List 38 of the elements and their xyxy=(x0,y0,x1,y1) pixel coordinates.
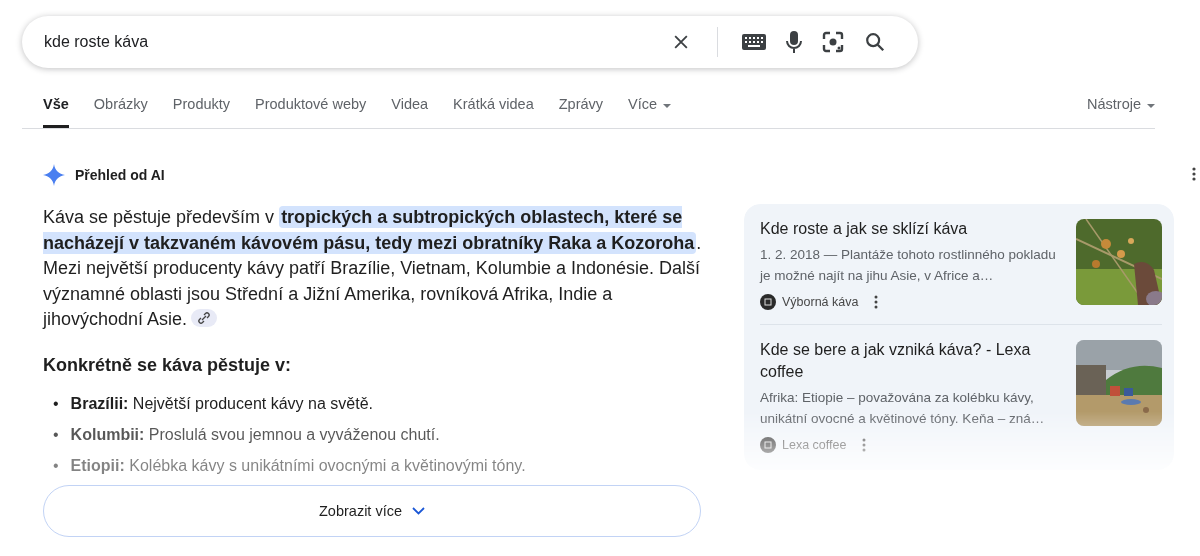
result-snippet: 1. 2. 2018 — Plantáže tohoto rostlinného pokladu je možné najít na jihu Asie, v Africe a… xyxy=(760,246,1057,285)
tab[interactable]: Zprávy xyxy=(558,90,604,128)
tab[interactable]: Produkty xyxy=(172,90,231,128)
chevron-icon xyxy=(412,506,425,515)
sparkle-icon xyxy=(43,164,65,186)
caret-icon xyxy=(1147,104,1155,108)
overview-paragraph: Káva se pěstuje především v tropických a subtropických oblastech, které se nacházejí v takzvaném kávovém pásu, tedy mezi obratníky Raka a Kozoroha. Mezi největší producenty kávy patří Brazílie, Vietnam, Kolumbie a Indonésie. Další významné oblasti jsou Střední a Jižní Amerika, rovníková Afrika, Indie a jihovýchodní Asie. xyxy=(43,205,703,331)
link-icon[interactable] xyxy=(191,309,218,328)
bullet-marker: • xyxy=(53,393,59,414)
result-snippet: Afrika: Etiopie – považována za kolébku kávy, unikátní ovocné a květinové tóny. Keňa – zná… xyxy=(760,389,1046,428)
tools-menu[interactable]: Nástroje xyxy=(1087,90,1155,128)
list-heading: Konkrétně se káva pěstuje v: xyxy=(43,354,293,376)
tab[interactable]: Více xyxy=(628,90,672,128)
caret-icon xyxy=(663,104,672,108)
result-title[interactable]: Kde roste a jak se sklízí káva xyxy=(760,218,1064,240)
list-item: Etiopii: Kolébka kávy s unikátními ovocnými a květinovými tóny. xyxy=(70,455,526,476)
microphone-icon[interactable] xyxy=(786,30,802,54)
site-name[interactable]: Výborná káva xyxy=(782,295,859,309)
search-icon[interactable] xyxy=(864,31,886,53)
keyboard-icon[interactable] xyxy=(742,34,766,50)
bullet-marker: • xyxy=(53,424,59,445)
result-title[interactable]: Kde se bere a jak vzniká káva? - Lexa coffee xyxy=(760,339,1064,383)
tab[interactable]: Krátká videa xyxy=(453,90,534,128)
more-options-icon[interactable] xyxy=(874,295,879,309)
tab[interactable]: Produktové weby xyxy=(255,90,367,128)
tab[interactable]: Obrázky xyxy=(93,90,148,128)
tab[interactable]: Vše xyxy=(43,90,69,128)
site-logo-icon xyxy=(760,437,776,453)
more-options-icon[interactable] xyxy=(1192,167,1196,181)
site-logo-icon xyxy=(760,294,776,310)
show-more-button[interactable]: Zobrazit více xyxy=(43,484,701,537)
section-title: Přehled od AI xyxy=(75,167,165,183)
camera-icon[interactable] xyxy=(822,31,844,53)
search-field[interactable]: kde roste káva xyxy=(44,33,661,51)
list-item: Brazílii: Největší producent kávy na světě. xyxy=(70,393,373,414)
list-item: Kolumbii: Proslulá svou jemnou a vyváženou chutí. xyxy=(70,424,440,445)
bullet-marker: • xyxy=(53,455,59,476)
tab[interactable]: Videa xyxy=(391,90,429,128)
